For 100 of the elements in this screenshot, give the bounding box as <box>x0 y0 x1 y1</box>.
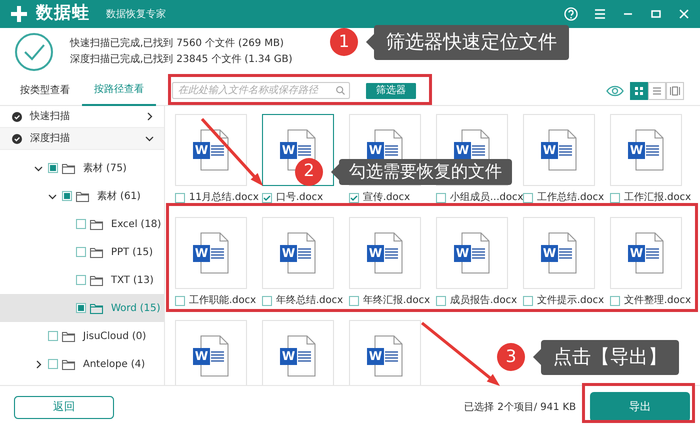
checkbox[interactable] <box>436 192 446 202</box>
tree-item[interactable]: Antelope (4) <box>0 350 164 378</box>
folder-icon <box>62 162 75 174</box>
file-name: 工作总结.docx <box>537 190 604 205</box>
folder-label: Excel (18) <box>111 218 162 232</box>
file-thumbnail[interactable]: W <box>610 217 682 289</box>
checkbox[interactable] <box>175 296 185 306</box>
tree-item[interactable]: PPT (15) <box>0 238 164 266</box>
checkbox[interactable] <box>610 296 620 306</box>
search-icon <box>336 86 345 95</box>
view-tab[interactable]: 按类型查看 <box>8 76 82 106</box>
tree-item[interactable]: 素材 (75) <box>0 154 164 182</box>
checkbox[interactable] <box>175 192 185 202</box>
checkbox[interactable] <box>62 191 72 201</box>
checkbox[interactable] <box>610 192 620 202</box>
check-circle-icon <box>12 112 22 122</box>
file-name: 口号.docx <box>276 191 324 205</box>
chevron-right-icon <box>34 360 43 368</box>
file-thumbnail[interactable]: W <box>175 320 247 385</box>
view-mode-button[interactable] <box>630 82 648 100</box>
checkbox[interactable] <box>262 192 272 202</box>
checkbox[interactable] <box>262 296 272 306</box>
filter-button[interactable]: 筛选器 <box>366 82 416 98</box>
check-circle-icon <box>12 134 22 144</box>
file-thumbnail[interactable]: W <box>523 114 595 186</box>
view-mode-button[interactable] <box>666 82 684 100</box>
checkbox[interactable] <box>349 192 359 202</box>
file-name: 小组成员...docx <box>450 190 524 205</box>
file-name: 成员报告.docx <box>450 294 518 308</box>
file-thumbnail[interactable]: W <box>175 114 247 186</box>
scan-item[interactable]: 深度扫描 <box>0 128 164 150</box>
step-number: 1 <box>330 28 358 56</box>
checkbox[interactable] <box>523 296 533 306</box>
checkbox[interactable] <box>76 219 86 229</box>
selection-status: 已选择 2个项目/ 941 KB <box>464 400 576 414</box>
file-thumbnail[interactable]: W <box>262 320 334 385</box>
folder-icon <box>62 330 75 342</box>
chevron-down-icon <box>34 164 43 172</box>
menu-icon[interactable] <box>594 8 606 20</box>
file-thumbnail[interactable]: W <box>349 217 421 289</box>
checkmark-icon <box>263 194 271 202</box>
checkbox[interactable] <box>48 359 58 369</box>
view-mode-button[interactable] <box>648 82 666 100</box>
file-name: 文件整理.docx <box>624 294 692 308</box>
step-number: 3 <box>497 343 525 372</box>
checkbox[interactable] <box>48 163 58 173</box>
view-tab[interactable]: 按路径查看 <box>82 76 156 106</box>
folder-icon <box>90 274 103 286</box>
step-number: 2 <box>295 158 323 186</box>
tree-item[interactable]: 素材 (61) <box>0 182 164 210</box>
back-button[interactable]: 返回 <box>14 396 114 418</box>
file-thumbnail[interactable]: W <box>175 217 247 289</box>
tree-item[interactable]: Excel (18) <box>0 210 164 238</box>
file-name: 年终汇报.docx <box>363 294 430 308</box>
folder-icon <box>62 358 75 370</box>
checkbox[interactable] <box>76 303 86 313</box>
file-name: 宣传.docx <box>363 190 410 205</box>
checkbox[interactable] <box>523 192 533 202</box>
search-field[interactable]: 在此处输入文件名称或保存路径 <box>172 82 350 99</box>
file-name: 年终总结.docx <box>276 294 344 308</box>
callout-tooltip: 勾选需要恢复的文件 <box>339 158 512 186</box>
chevron-down-icon <box>145 134 154 143</box>
tree-item[interactable]: TXT (13) <box>0 266 164 294</box>
check-circle-icon <box>14 32 54 72</box>
file-thumbnail[interactable]: W <box>436 217 508 289</box>
columns-icon <box>670 86 680 96</box>
checkbox[interactable] <box>349 296 359 306</box>
file-name: 工作职能.docx <box>189 294 256 308</box>
help-icon[interactable] <box>564 7 578 21</box>
eye-icon[interactable] <box>606 84 624 96</box>
logo-text: 数据蛙 <box>36 2 90 26</box>
checkbox[interactable] <box>76 247 86 257</box>
file-thumbnail[interactable]: W <box>523 217 595 289</box>
checkbox[interactable] <box>48 331 58 341</box>
file-thumbnail[interactable]: W <box>262 217 334 289</box>
chevron-right-icon <box>145 112 154 121</box>
folder-icon <box>90 302 103 314</box>
folder-label: TXT (13) <box>111 274 154 288</box>
close-icon[interactable] <box>678 8 690 20</box>
export-button[interactable]: 导出 <box>590 392 690 422</box>
callout-tooltip: 点击【导出】 <box>541 340 679 375</box>
file-thumbnail[interactable]: W <box>349 320 421 385</box>
file-name: 文件提示.docx <box>537 294 604 308</box>
logo-icon <box>10 5 28 23</box>
checkbox[interactable] <box>436 296 446 306</box>
callout-tooltip: 筛选器快速定位文件 <box>374 25 569 60</box>
folder-label: PPT (15) <box>111 246 153 260</box>
folder-icon <box>90 246 103 258</box>
scan-label: 深度扫描 <box>30 132 71 146</box>
folder-label: 素材 (75) <box>83 162 127 176</box>
tree-item[interactable]: JisuCloud (0) <box>0 322 164 350</box>
scan-result-text: 深度扫描已完成,已找到 23845 个文件 (1.34 GB) <box>70 52 292 67</box>
checkmark-icon <box>350 194 358 202</box>
list-icon <box>652 86 662 96</box>
checkbox[interactable] <box>76 275 86 285</box>
file-name: 11月总结.docx <box>189 190 259 205</box>
maximize-icon[interactable] <box>650 8 662 20</box>
folder-label: Word (15) <box>111 302 160 316</box>
chevron-down-icon <box>48 192 57 200</box>
file-thumbnail[interactable]: W <box>610 114 682 186</box>
